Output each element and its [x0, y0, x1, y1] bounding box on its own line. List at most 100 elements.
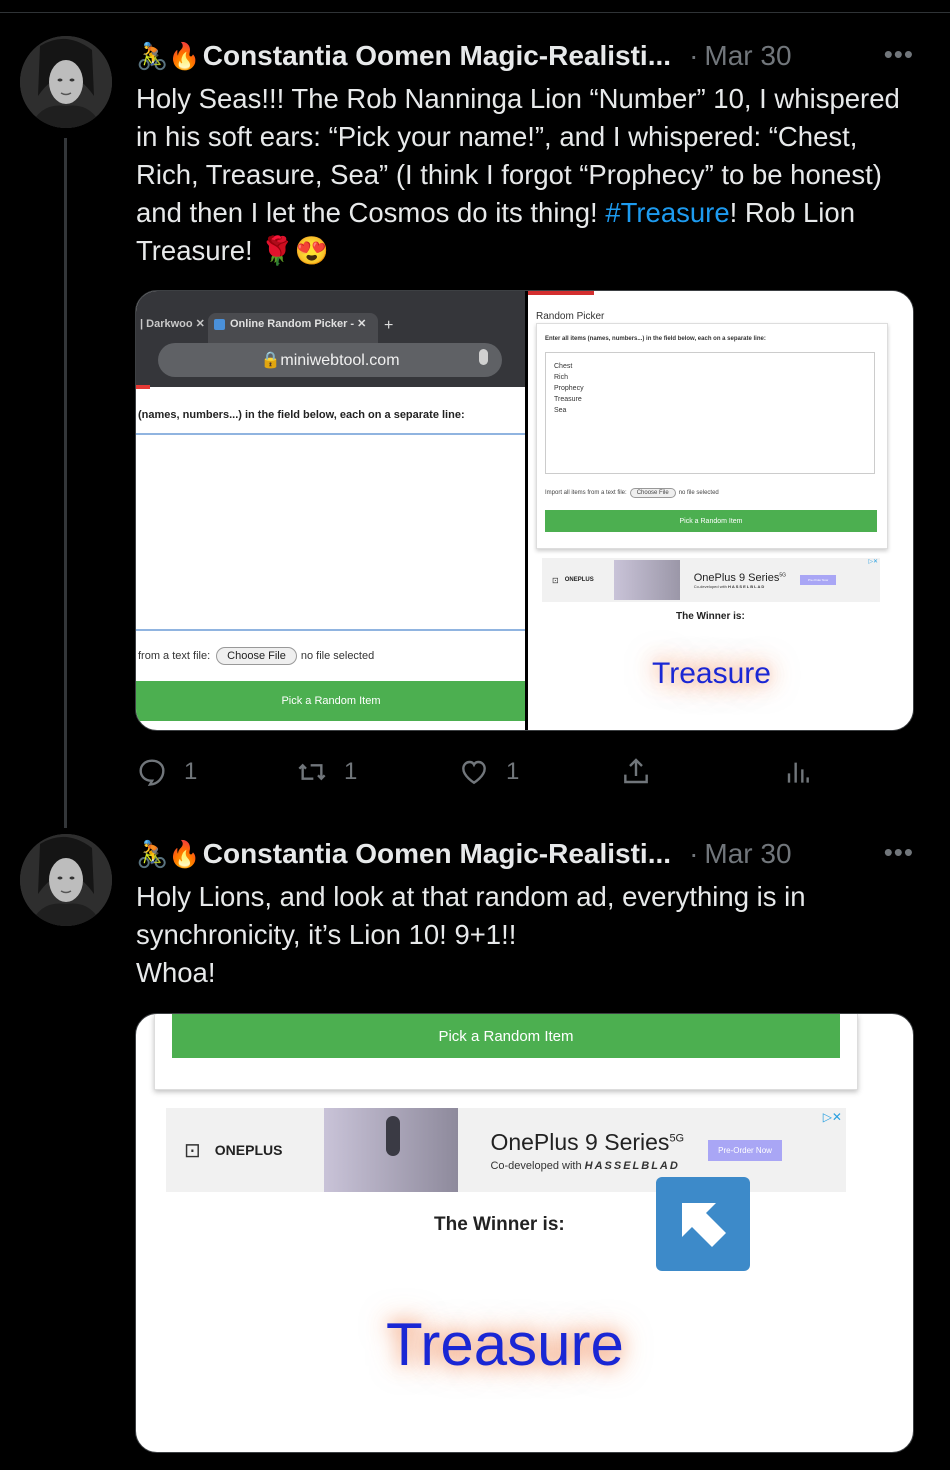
author-name[interactable]: Constantia Oomen Magic-Realisti... [203, 40, 671, 72]
pick-random-button: Pick a Random Item [136, 681, 526, 721]
heart-icon [462, 760, 486, 785]
file-import-row: from a text file: Choose File no file se… [138, 647, 374, 665]
more-options-icon[interactable]: ••• [884, 837, 914, 868]
top-divider [0, 12, 950, 13]
red-bar [528, 291, 594, 295]
picker-title: Random Picker [536, 311, 605, 322]
reply-action[interactable]: 1 [136, 756, 197, 788]
import-label: Import all items from a text file: [545, 490, 627, 496]
tweet-header: 🚴🔥 Constantia Oomen Magic-Realisti... · … [136, 39, 926, 73]
winner-label: The Winner is: [434, 1214, 565, 1235]
items-list: Chest Rich Prophecy Treasure Sea [545, 352, 875, 474]
mic-icon [479, 349, 488, 365]
retweet-icon [298, 763, 326, 781]
ad-copy: OnePlus 9 Series5G Co-developed with HAS… [694, 572, 786, 589]
list-item: Prophecy [554, 385, 584, 392]
tab-darkwood: | Darkwoo ✕ [140, 318, 205, 330]
pick-random-button: Pick a Random Item [545, 510, 877, 532]
list-item: Rich [554, 374, 569, 381]
no-file-text: no file selected [300, 650, 375, 662]
phone-image-icon [613, 560, 680, 600]
hashtag-link[interactable]: #Treasure [605, 197, 729, 228]
tweet-date[interactable]: Mar 30 [704, 838, 791, 870]
retweet-count: 1 [344, 758, 358, 785]
url-text: 🔒miniwebtool.com [260, 352, 400, 369]
choose-file-button: Choose File [216, 647, 297, 665]
pick-random-button: Pick a Random Item [172, 1014, 840, 1058]
picker-instructions: Enter all items (names, numbers...) in t… [545, 336, 766, 342]
choose-file-button: Choose File [629, 488, 676, 498]
ad-5g: 5G [779, 571, 786, 578]
separator-dot: · [689, 838, 699, 869]
more-options-icon[interactable]: ••• [884, 39, 914, 70]
instructions-text: (names, numbers...) in the field below, … [138, 409, 465, 421]
tab-random-picker: Online Random Picker - ✕ [208, 313, 378, 343]
file-label: from a text file: [138, 650, 211, 662]
reply-icon [139, 759, 165, 787]
import-row: Import all items from a text file: Choos… [545, 488, 719, 498]
ad-brand: ONEPLUS [564, 577, 594, 583]
analytics-icon [787, 762, 809, 783]
adchoices-icon: ▷✕ [868, 559, 878, 565]
avatar-photo-icon [20, 36, 112, 128]
camera-icon [386, 1116, 401, 1156]
phone-image-icon [324, 1108, 459, 1192]
tab-label: Online Random Picker - ✕ [230, 318, 367, 330]
ad-tagline-text: Co-developed with [693, 583, 727, 589]
retweet-action[interactable]: 1 [296, 756, 357, 788]
tweet-image[interactable]: | Darkwoo ✕ Online Random Picker - ✕ + 🔒… [135, 290, 914, 731]
like-count: 1 [506, 758, 520, 785]
author-name[interactable]: Constantia Oomen Magic-Realisti... [203, 838, 671, 870]
emoji-prefix: 🚴🔥 [136, 41, 201, 71]
ad-5g: 5G [669, 1131, 685, 1144]
no-file-text: no file selected [678, 490, 719, 496]
like-action[interactable]: 1 [458, 756, 519, 788]
tweet-header: 🚴🔥 Constantia Oomen Magic-Realisti... · … [136, 837, 926, 871]
share-action[interactable] [620, 756, 652, 788]
tweet-text: Holy Lions, and look at that random ad, … [136, 881, 806, 988]
ad-cta: Pre-Order Now [708, 1139, 782, 1161]
share-icon [624, 758, 648, 784]
ad-cta: Pre-Order Now [800, 575, 837, 585]
winner-label: The Winner is: [676, 611, 745, 622]
address-bar: 🔒miniwebtool.com [158, 343, 502, 377]
ad-tagline: Co-developed with HASSELBLAD [694, 584, 786, 589]
picker-card: Enter all items (names, numbers...) in t… [536, 323, 888, 549]
ad-banner: ⊡ ONEPLUS OnePlus 9 Series5G Co-develope… [542, 558, 880, 602]
tweet-image[interactable]: Pick a Random Item ⊡ ONEPLUS OnePlus 9 S… [135, 1013, 914, 1453]
separator-dot: · [689, 40, 699, 71]
ad-brand: ONEPLUS [214, 1142, 283, 1158]
winner-result: Treasure [652, 657, 771, 690]
adchoices-icon: ▷✕ [822, 1110, 842, 1124]
ad-partner: HASSELBLAD [727, 583, 766, 589]
thread-connector [64, 138, 67, 828]
ad-tagline-text: Co-developed with [490, 1159, 582, 1172]
avatar-photo-icon [20, 834, 112, 926]
favicon-icon [214, 318, 225, 330]
ad-product-name: OnePlus 9 Series [490, 1128, 670, 1155]
tweet-date[interactable]: Mar 30 [704, 40, 791, 72]
ad-product: OnePlus 9 Series5G [490, 1129, 684, 1156]
avatar[interactable] [20, 834, 112, 926]
tweet-text: Holy Seas!!! The Rob Nanninga Lion “Numb… [136, 80, 916, 270]
list-item: Sea [554, 407, 567, 414]
oneplus-logo-icon: ⊡ [552, 575, 559, 585]
ad-copy: OnePlus 9 Series5G Co-developed with HAS… [490, 1129, 684, 1172]
ad-partner: HASSELBLAD [584, 1159, 680, 1172]
avatar[interactable] [20, 36, 112, 128]
ad-tagline: Co-developed with HASSELBLAD [490, 1160, 684, 1172]
arrow-up-left-icon [656, 1177, 750, 1271]
tweet-actions: 1 1 1 [136, 756, 836, 790]
list-item: Treasure [554, 396, 582, 403]
picker-panel: Random Picker Enter all items (names, nu… [528, 291, 913, 730]
analytics-action[interactable] [781, 756, 813, 788]
reply-count: 1 [184, 758, 198, 785]
new-tab-icon: + [384, 317, 394, 334]
ad-product-name: OnePlus 9 Series [693, 571, 780, 584]
emoji-prefix: 🚴🔥 [136, 839, 201, 869]
oneplus-logo-icon: ⊡ [184, 1139, 201, 1162]
winner-result: Treasure [386, 1311, 624, 1378]
items-field [136, 433, 526, 631]
page-progress [136, 385, 150, 389]
ad-product: OnePlus 9 Series5G [694, 572, 786, 584]
